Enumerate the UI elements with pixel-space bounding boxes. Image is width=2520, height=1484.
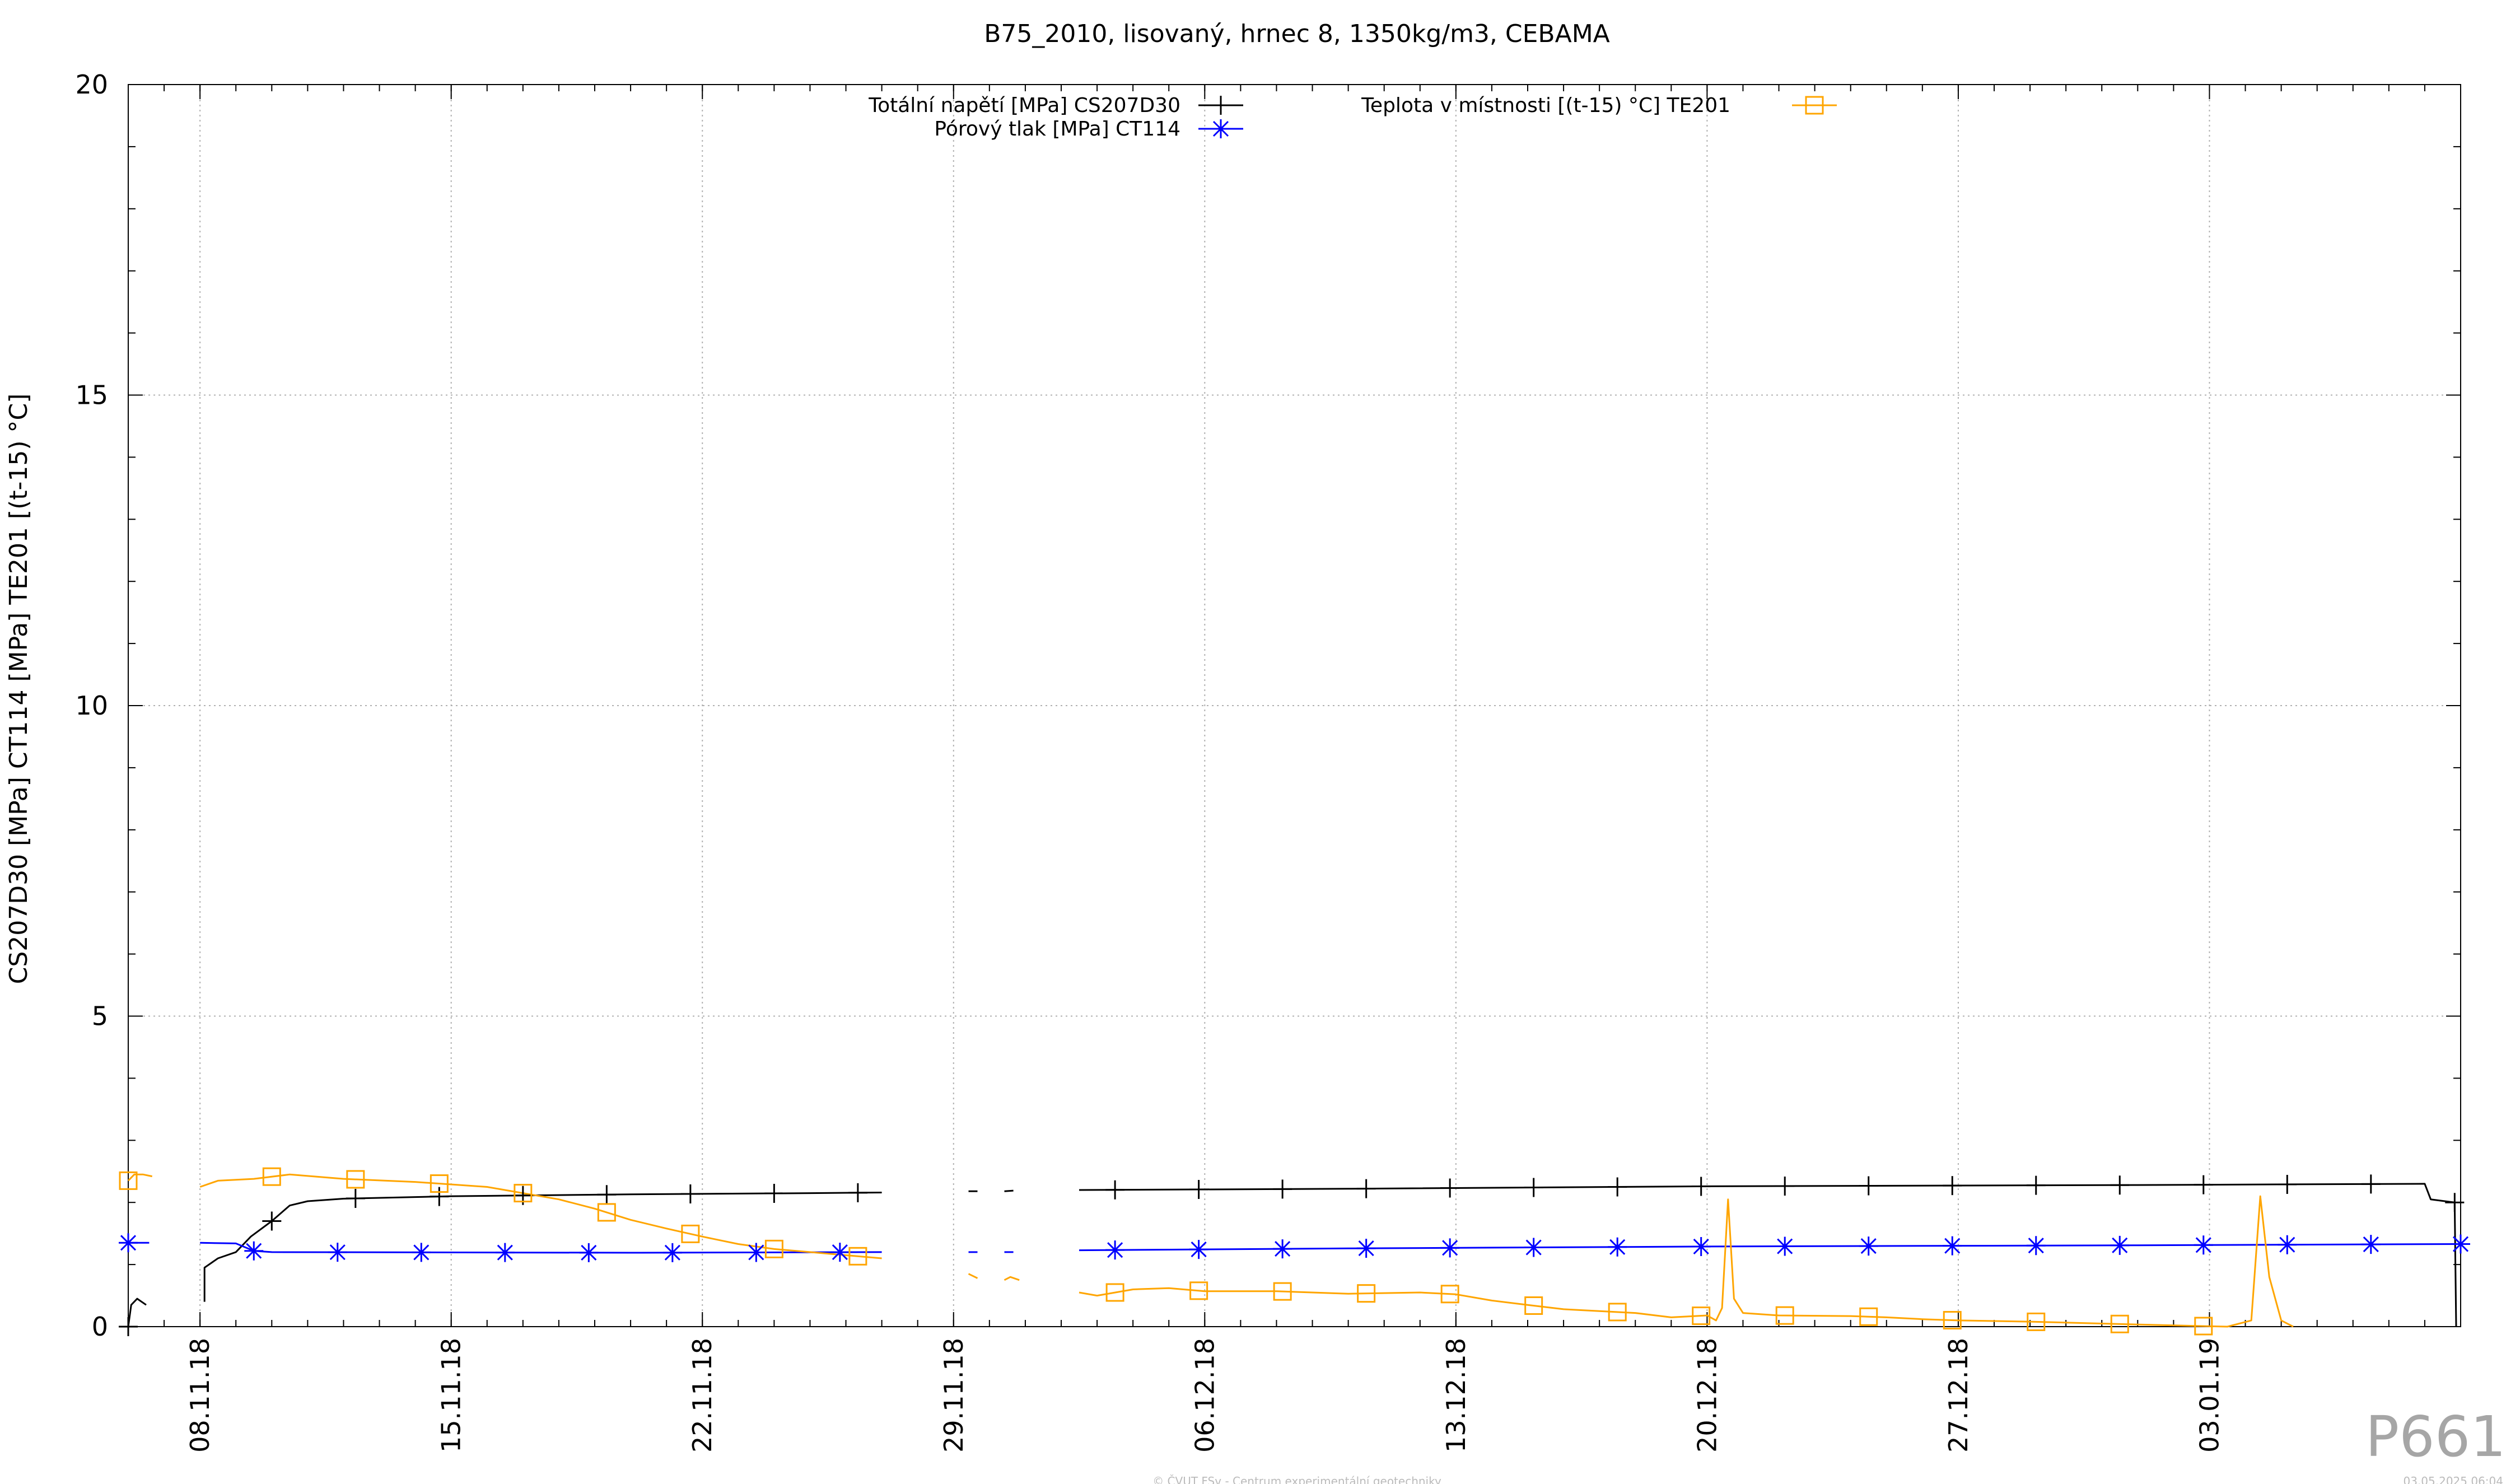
legend-label: Pórový tlak [MPa] CT114 — [934, 118, 1180, 141]
series-marker-1 — [2278, 1174, 2297, 1194]
series-marker-1 — [1105, 1180, 1125, 1200]
series-line-1 — [127, 1298, 147, 1327]
y-axis-label: CS207D30 [MPa] CT114 [MPa] TE201 [(t-15)… — [4, 394, 33, 984]
series-marker-2 — [1859, 1236, 1878, 1256]
series-marker-1 — [1356, 1179, 1376, 1198]
legend-swatch-marker — [1211, 119, 1230, 138]
series-marker-2 — [244, 1241, 264, 1261]
series-marker-2 — [1105, 1240, 1125, 1260]
series-marker-1 — [1775, 1176, 1795, 1196]
series-marker-1 — [430, 1187, 449, 1206]
series-marker-2 — [2194, 1235, 2213, 1255]
watermark-code: P661 — [2365, 1404, 2506, 1469]
legend-swatch-marker — [1211, 96, 1230, 115]
series-line-3 — [1079, 1195, 2294, 1328]
x-tick-label: 20.12.18 — [1692, 1338, 1722, 1453]
series-marker-1 — [1440, 1178, 1460, 1198]
series-marker-2 — [412, 1243, 431, 1262]
series-line-3 — [199, 1173, 882, 1259]
series-marker-2 — [1943, 1236, 1962, 1256]
series-line-3 — [968, 1273, 978, 1279]
legend-label: Totální napětí [MPa] CS207D30 — [868, 94, 1180, 117]
series-marker-1 — [2361, 1174, 2381, 1194]
series-marker-2 — [2361, 1235, 2381, 1254]
series-line-3 — [1004, 1276, 1020, 1281]
series-marker-1 — [848, 1183, 867, 1202]
x-tick-label: 29.11.18 — [939, 1338, 969, 1453]
series-marker-2 — [830, 1243, 850, 1262]
y-tick-label: 20 — [75, 69, 108, 100]
plot-area-frame — [128, 84, 2461, 1327]
series-marker-1 — [1943, 1176, 1962, 1196]
series-marker-1 — [2445, 1193, 2465, 1212]
series-marker-2 — [1273, 1239, 1292, 1259]
series-marker-2 — [2278, 1235, 2297, 1254]
series-lines — [127, 1173, 2461, 1328]
series-marker-2 — [119, 1233, 138, 1253]
x-axis-ticks: 08.11.18 15.11.18 22.11.18 29.11.18 06.12.18… — [128, 85, 2461, 1453]
series-marker-2 — [2026, 1236, 2046, 1256]
legend-label: Teplota v místnosti [(t-15) °C] TE201 — [1361, 94, 1730, 117]
series-marker-1 — [2026, 1175, 2046, 1195]
series-marker-2 — [579, 1243, 599, 1262]
series-marker-2 — [1691, 1236, 1711, 1256]
series-line-1 — [1079, 1183, 2457, 1327]
series-line-2 — [200, 1242, 882, 1254]
x-tick-label: 15.11.18 — [436, 1338, 466, 1453]
y-tick-label: 5 — [92, 1001, 108, 1032]
series-marker-2 — [1608, 1237, 1627, 1257]
series-marker-1 — [1691, 1177, 1711, 1196]
x-tick-label: 03.01.19 — [2194, 1338, 2224, 1453]
x-tick-label: 06.12.18 — [1189, 1338, 1220, 1453]
series-line-1 — [203, 1192, 882, 1302]
series-marker-1 — [2194, 1175, 2213, 1194]
series-marker-1 — [1608, 1177, 1627, 1197]
series-marker-2 — [2451, 1234, 2470, 1254]
y-tick-label: 10 — [75, 690, 108, 721]
chart-title: B75_2010, lisovaný, hrnec 8, 1350kg/m3, … — [984, 20, 1610, 48]
chart-canvas: B75_2010, lisovaný, hrnec 8, 1350kg/m3, … — [4, 20, 2506, 1484]
series-marker-1 — [1189, 1180, 1208, 1200]
x-tick-label: 08.11.18 — [185, 1338, 215, 1453]
series-marker-2 — [2110, 1235, 2130, 1255]
watermark-timestamp: 03.05.2025 06:04 — [2403, 1474, 2503, 1484]
x-tick-label: 27.12.18 — [1943, 1338, 1973, 1453]
series-marker-1 — [764, 1184, 784, 1203]
series-line-3 — [127, 1173, 153, 1182]
series-marker-1 — [119, 1317, 138, 1336]
series-marker-1 — [1273, 1179, 1292, 1199]
series-marker-2 — [1440, 1238, 1460, 1258]
legend: Totální napětí [MPa] CS207D30Pórový tlak… — [868, 94, 1837, 141]
series-marker-1 — [1859, 1176, 1878, 1196]
series-marker-2 — [746, 1243, 766, 1262]
series-marker-2 — [328, 1243, 347, 1262]
x-tick-label: 22.11.18 — [687, 1338, 717, 1453]
series-marker-1 — [2110, 1175, 2130, 1195]
series-marker-1 — [680, 1184, 700, 1204]
x-tick-label: 13.12.18 — [1441, 1338, 1471, 1453]
series-marker-1 — [597, 1185, 617, 1205]
series-marker-2 — [1356, 1239, 1376, 1258]
series-marker-2 — [1524, 1238, 1543, 1257]
series-marker-1 — [346, 1189, 365, 1208]
watermark-copyright: © ČVUT FSv - Centrum experimentální geot… — [1152, 1474, 1441, 1484]
y-tick-label: 0 — [92, 1312, 108, 1342]
series-marker-2 — [1189, 1240, 1208, 1259]
series-marker-1 — [1524, 1178, 1543, 1197]
series-marker-2 — [1775, 1236, 1795, 1256]
grid-lines — [128, 85, 2461, 1327]
y-tick-label: 15 — [75, 380, 108, 410]
series-marker-2 — [495, 1243, 515, 1262]
series-marker-2 — [662, 1243, 682, 1262]
